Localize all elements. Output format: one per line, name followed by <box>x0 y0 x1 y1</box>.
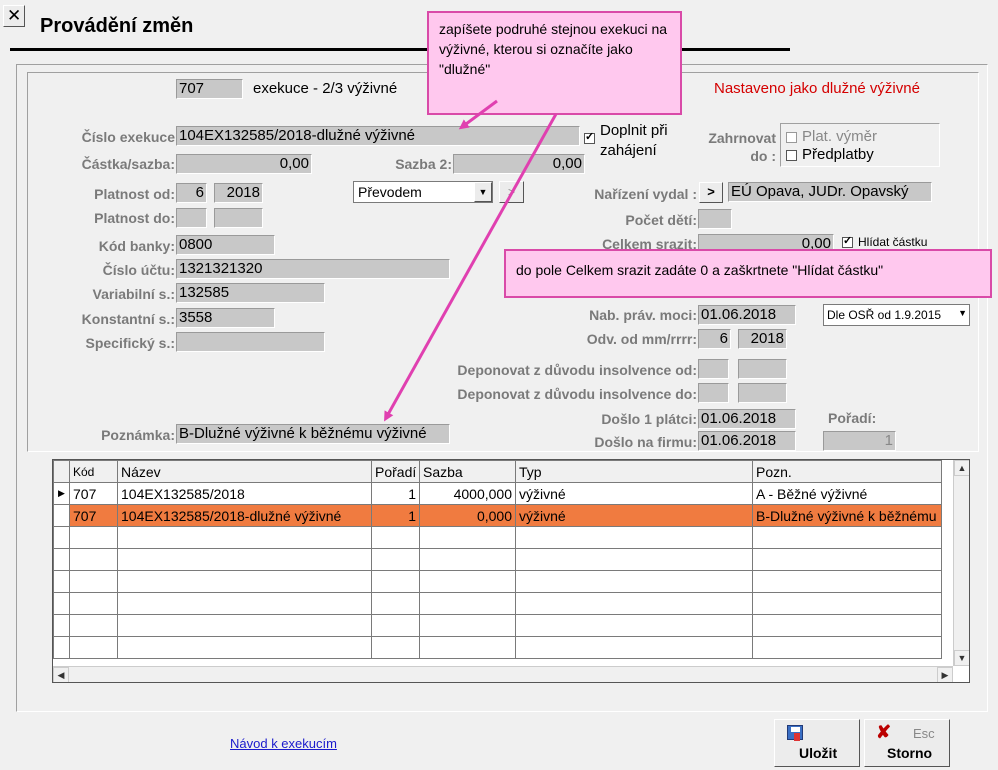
floppy-disk-icon <box>787 725 803 741</box>
arrow-to-poznamka <box>384 113 558 422</box>
save-button-label: Uložit <box>799 745 838 761</box>
esc-label: Esc <box>913 726 935 741</box>
cancel-x-icon: ✘ <box>876 722 892 742</box>
cancel-button-label: Storno <box>887 745 933 761</box>
callout-arrows <box>384 99 558 422</box>
navod-link[interactable]: Návod k exekucím <box>230 736 337 751</box>
arrow-to-cislo-exekuce <box>458 99 498 130</box>
save-button[interactable]: Uložit <box>774 719 860 767</box>
cancel-button[interactable]: ✘ Esc Storno <box>864 719 950 767</box>
